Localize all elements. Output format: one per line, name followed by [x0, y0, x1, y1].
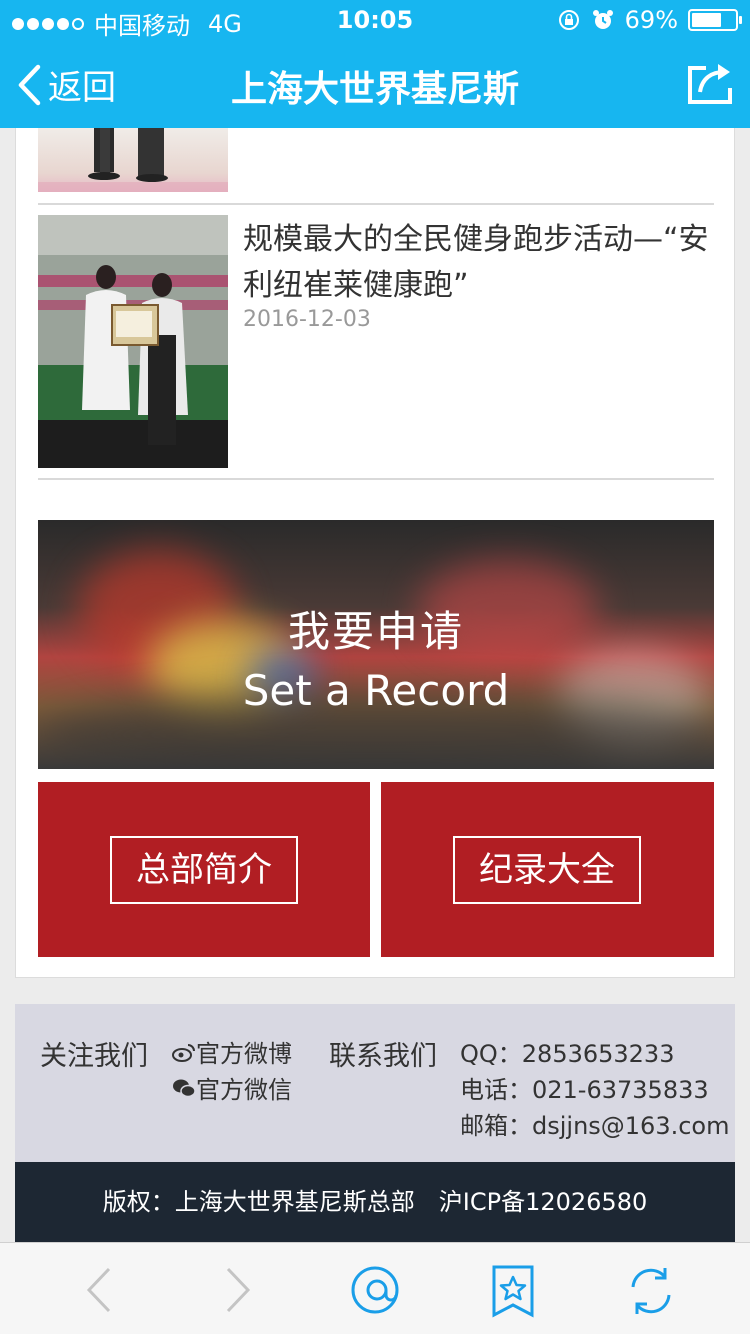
- weibo-link[interactable]: 官方微博: [172, 1034, 292, 1069]
- divider: [38, 478, 714, 480]
- refresh-button[interactable]: [625, 1265, 675, 1315]
- banner-title-en: Set a Record: [242, 666, 510, 715]
- chat-bubble-icon: [351, 1266, 399, 1314]
- news-item[interactable]: 规模最大的全民健身跑步活动—“安利纽崔莱健康跑” 2016-12-03: [38, 215, 714, 468]
- bookmark-star-icon: [492, 1265, 534, 1318]
- browser-toolbar: [0, 1242, 750, 1334]
- about-hq-button[interactable]: 总部简介: [38, 782, 370, 957]
- battery-percent: 69%: [624, 6, 678, 34]
- weibo-label: 官方微博: [196, 1040, 292, 1068]
- refresh-icon: [631, 1268, 671, 1314]
- bookmark-button[interactable]: [488, 1265, 538, 1318]
- wechat-icon: [173, 1079, 196, 1097]
- forward-arrow-button[interactable]: [212, 1265, 262, 1315]
- contact-us-label: 联系我们: [329, 1041, 437, 1072]
- wechat-link[interactable]: 官方微信: [172, 1070, 292, 1105]
- records-button[interactable]: 纪录大全: [381, 782, 714, 957]
- back-arrow-icon: [86, 1267, 111, 1313]
- status-bar: 中国移动 4G 10:05 69%: [0, 0, 750, 40]
- alarm-clock-icon: [592, 10, 613, 29]
- back-arrow-button[interactable]: [75, 1265, 125, 1315]
- contact-phone[interactable]: 电话：021-63735833: [460, 1070, 709, 1105]
- follow-us-label: 关注我们: [40, 1041, 148, 1072]
- chat-button[interactable]: [349, 1265, 399, 1315]
- status-right: 69%: [557, 6, 742, 34]
- content-card: 规模最大的全民健身跑步活动—“安利纽崔莱健康跑” 2016-12-03 我要申请…: [15, 128, 735, 978]
- back-button[interactable]: 返回: [16, 60, 116, 109]
- forward-arrow-icon: [226, 1267, 251, 1313]
- records-label: 纪录大全: [453, 836, 641, 904]
- back-label: 返回: [48, 68, 116, 108]
- share-button[interactable]: [686, 60, 736, 110]
- rotation-lock-icon: [558, 10, 579, 30]
- share-icon: [688, 64, 732, 104]
- battery-icon: [688, 9, 742, 31]
- news-title[interactable]: 规模最大的全民健身跑步活动—“安利纽崔莱健康跑”: [243, 217, 713, 309]
- back-chevron-icon: [18, 64, 41, 105]
- footer-info: 关注我们 官方微博 官方微信 联系我们 QQ：2853653233 电话：021…: [15, 1004, 735, 1162]
- contact-qq: QQ：2853653233: [460, 1040, 675, 1068]
- about-hq-label: 总部简介: [110, 836, 298, 904]
- news-date: 2016-12-03: [243, 307, 371, 332]
- banner-title-cn: 我要申请: [287, 607, 464, 656]
- copyright-bar: 版权：上海大世界基尼斯总部 沪ICP备12026580: [15, 1162, 735, 1242]
- weibo-icon: [172, 1043, 195, 1062]
- previous-news-thumbnail[interactable]: [38, 128, 228, 192]
- wechat-label: 官方微信: [196, 1076, 292, 1104]
- set-record-banner[interactable]: 我要申请 Set a Record: [38, 520, 714, 769]
- navigation-bar: 返回 上海大世界基尼斯: [0, 40, 750, 128]
- news-thumbnail: [38, 215, 228, 468]
- divider: [38, 203, 714, 205]
- contact-email[interactable]: 邮箱：dsjjns@163.com: [460, 1106, 729, 1141]
